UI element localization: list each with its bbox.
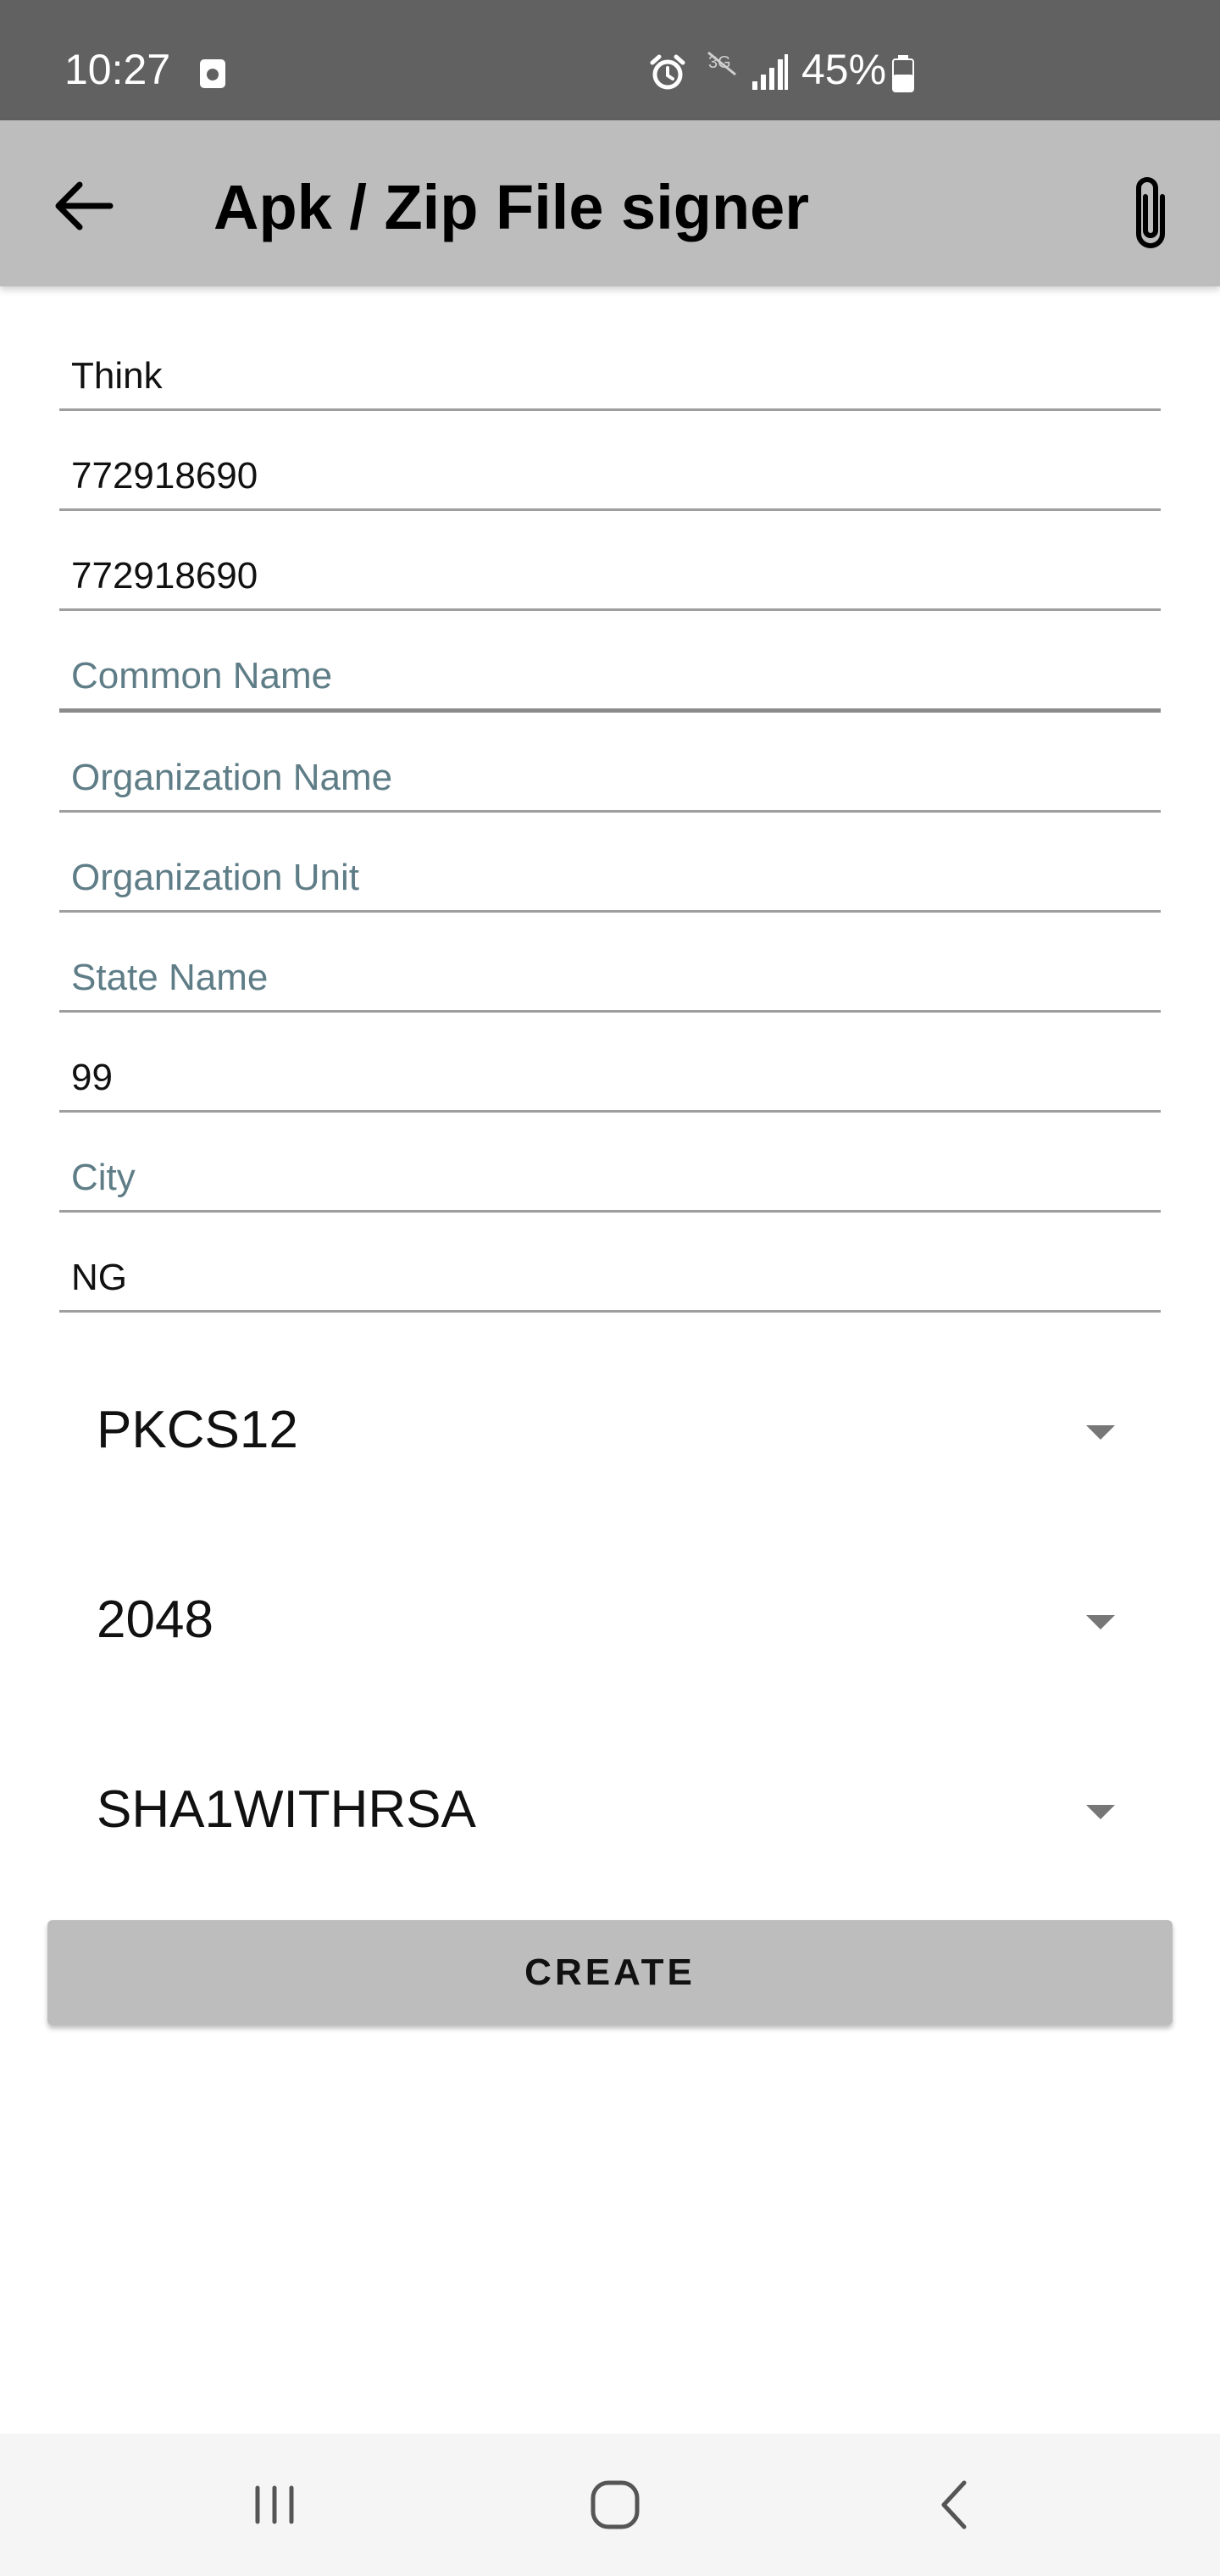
country-code-input[interactable] — [71, 1252, 1147, 1303]
organization-unit-field[interactable] — [59, 834, 1161, 913]
city-input[interactable] — [71, 1152, 1147, 1203]
password-field[interactable] — [59, 432, 1161, 511]
screenshot-icon — [200, 59, 225, 88]
paperclip-icon[interactable] — [1118, 171, 1183, 256]
signal-icon — [752, 54, 788, 90]
alias-field[interactable] — [59, 332, 1161, 411]
navigation-bar — [0, 2434, 1220, 2576]
key-size-value: 2048 — [97, 1591, 214, 1649]
state-name-input[interactable] — [71, 952, 1147, 1003]
key-size-dropdown[interactable]: 2048 — [59, 1556, 1161, 1683]
alarm-clock-icon — [650, 54, 685, 90]
organization-unit-input[interactable] — [71, 852, 1147, 903]
password-input[interactable] — [71, 451, 1147, 502]
validity-field[interactable] — [59, 1034, 1161, 1113]
dropdown-arrow-icon — [1086, 1805, 1115, 1819]
nav-back-icon[interactable] — [905, 2459, 1006, 2551]
status-time: 10:27 — [64, 46, 171, 93]
dropdown-arrow-icon — [1086, 1425, 1115, 1440]
battery-percentage: 45% — [801, 46, 887, 93]
confirm-password-field[interactable] — [59, 532, 1161, 611]
page-title: Apk / Zip File signer — [214, 172, 810, 242]
city-field[interactable] — [59, 1134, 1161, 1213]
home-icon[interactable] — [564, 2459, 666, 2551]
keystore-type-dropdown[interactable]: PKCS12 — [59, 1366, 1161, 1493]
common-name-field[interactable] — [59, 632, 1161, 713]
organization-name-input[interactable] — [71, 752, 1147, 803]
battery-icon — [892, 55, 914, 92]
organization-name-field[interactable] — [59, 734, 1161, 813]
validity-input[interactable] — [71, 1052, 1147, 1103]
country-code-field[interactable] — [59, 1234, 1161, 1313]
alias-input[interactable] — [71, 351, 1147, 402]
keystore-type-value: PKCS12 — [97, 1401, 298, 1459]
create-button[interactable]: CREATE — [47, 1920, 1173, 2025]
state-name-field[interactable] — [59, 934, 1161, 1013]
arrow-left-icon[interactable] — [47, 169, 120, 242]
app-bar: Apk / Zip File signer — [0, 120, 1220, 286]
signature-algorithm-dropdown[interactable]: SHA1WITHRSA — [59, 1746, 1161, 1873]
dropdown-arrow-icon — [1086, 1615, 1115, 1629]
common-name-input[interactable] — [71, 651, 1147, 702]
recent-apps-icon[interactable] — [224, 2459, 325, 2551]
confirm-password-input[interactable] — [71, 551, 1147, 602]
mobile-data-off-icon: 3G — [707, 51, 736, 76]
status-bar: 10:27 3G 45% — [0, 0, 1220, 120]
signature-algorithm-value: SHA1WITHRSA — [97, 1780, 476, 1839]
